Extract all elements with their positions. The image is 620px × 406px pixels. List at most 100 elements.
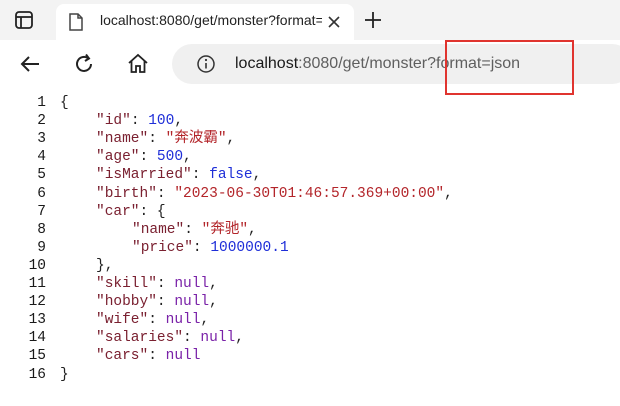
- code-text: "age": 500,: [96, 148, 192, 166]
- page-icon: [68, 13, 84, 31]
- code-text: "wife": null,: [96, 311, 209, 329]
- code-line: 11 "skill": null,: [0, 275, 620, 293]
- json-number: 1000000.1: [210, 239, 289, 256]
- json-key: "wife": [96, 312, 149, 329]
- back-arrow-icon[interactable]: [18, 52, 42, 76]
- json-punctuation: :: [183, 330, 201, 347]
- json-punctuation: ,: [444, 185, 453, 202]
- code-line: 8 "name": "奔驰",: [0, 221, 620, 239]
- json-punctuation: ,: [235, 330, 244, 347]
- json-punctuation: :: [139, 149, 157, 166]
- json-number: 100: [148, 113, 175, 130]
- line-number: 11: [28, 276, 46, 292]
- tab-bar: localhost:8080/get/monster?format=json: [0, 0, 620, 40]
- refresh-icon[interactable]: [72, 52, 96, 76]
- json-punctuation: ,: [209, 294, 218, 311]
- line-number: 3: [37, 131, 46, 148]
- tab-actions-icon[interactable]: [14, 10, 34, 30]
- plus-icon[interactable]: [363, 10, 383, 30]
- code-text: "salaries": null,: [96, 329, 244, 347]
- json-punctuation: {: [60, 95, 69, 111]
- code-text: "car": {: [96, 203, 166, 221]
- json-punctuation: ,: [200, 312, 210, 329]
- json-punctuation: :: [148, 131, 166, 148]
- code-line: 2 "id": 100,: [0, 112, 620, 130]
- json-key: "isMarried": [96, 167, 192, 184]
- line-number: 2: [37, 113, 46, 130]
- json-key: "salaries": [96, 330, 184, 347]
- url-host: localhost: [235, 55, 299, 72]
- json-punctuation: :: [156, 294, 175, 311]
- code-line: 5 "isMarried": false,: [0, 166, 620, 184]
- code-line: 16}: [0, 366, 620, 384]
- json-punctuation: :: [192, 239, 211, 256]
- line-number: 6: [37, 185, 46, 202]
- code-line: 10},: [0, 257, 620, 275]
- json-punctuation: :: [191, 167, 210, 184]
- line-number: 9: [37, 239, 46, 256]
- json-key: "name": [132, 221, 185, 238]
- json-null: null: [174, 276, 210, 292]
- code-line: 7 "car": {: [0, 203, 620, 221]
- code-text: "id": 100,: [96, 112, 183, 130]
- code-line: 14 "salaries": null,: [0, 329, 620, 347]
- json-viewer: 1{2 "id": 100, 3 "name": "奔波霸", 4 "age": 500,…: [0, 88, 620, 406]
- highlight-annotation: [445, 40, 574, 95]
- json-string: "2023-06-30T01:46:57.369+00:00": [174, 185, 445, 202]
- line-number: 12: [28, 294, 46, 311]
- json-null: null: [165, 312, 201, 329]
- code-line: 15 "cars": null: [0, 347, 620, 365]
- json-key: "birth": [96, 185, 157, 202]
- home-icon[interactable]: [126, 52, 150, 76]
- json-boolean: false: [209, 167, 253, 184]
- json-key: "price": [132, 239, 193, 256]
- code-text: "name": "奔驰",: [132, 221, 257, 239]
- json-punctuation: ,: [183, 149, 192, 166]
- code-line: 1{: [0, 94, 620, 112]
- code-text: "name": "奔波霸",: [96, 130, 235, 148]
- json-punctuation: :: [148, 348, 166, 365]
- line-number: 16: [28, 366, 46, 383]
- json-string: "奔驰": [201, 221, 249, 238]
- json-punctuation: ,: [209, 276, 218, 292]
- code-line: 13 "wife": null,: [0, 311, 620, 329]
- code-text: "cars": null: [96, 347, 200, 365]
- json-key: "cars": [96, 348, 149, 365]
- json-number: 500: [156, 149, 184, 166]
- json-key: "name": [96, 131, 149, 148]
- code-line: 12 "hobby": null,: [0, 293, 620, 311]
- json-key: "car": [96, 203, 140, 220]
- json-key: "age": [96, 149, 140, 166]
- code-text: "price": 1000000.1: [132, 239, 289, 257]
- code-line: 6 "birth": "2023-06-30T01:46:57.369+00:00…: [0, 185, 620, 203]
- json-punctuation: ,: [248, 221, 257, 238]
- line-number: 7: [37, 203, 46, 220]
- json-key: "id": [96, 113, 131, 130]
- close-icon[interactable]: [326, 14, 342, 30]
- code-text: {: [60, 94, 69, 112]
- json-null: null: [165, 348, 201, 365]
- line-number: 10: [28, 257, 46, 274]
- code-line: 3 "name": "奔波霸",: [0, 130, 620, 148]
- line-number: 4: [37, 149, 46, 166]
- code-text: "hobby": null,: [96, 293, 218, 311]
- tab-title: localhost:8080/get/monster?format=json: [100, 12, 322, 28]
- json-punctuation: ,: [252, 167, 262, 184]
- code-text: "birth": "2023-06-30T01:46:57.369+00:00"…: [96, 185, 453, 203]
- line-number: 13: [28, 312, 46, 329]
- json-punctuation: }: [60, 366, 69, 383]
- json-punctuation: :: [184, 221, 202, 238]
- code-text: "skill": null,: [96, 275, 218, 293]
- json-punctuation: :: [156, 276, 175, 292]
- json-punctuation: : {: [139, 203, 166, 220]
- json-key: "skill": [96, 276, 157, 292]
- json-punctuation: ,: [174, 113, 184, 130]
- code-text: "isMarried": false,: [96, 166, 261, 184]
- info-icon[interactable]: [196, 54, 216, 74]
- code-text: }: [60, 366, 69, 384]
- code-text: },: [96, 257, 113, 275]
- json-null: null: [174, 294, 210, 311]
- line-number: 8: [37, 221, 46, 238]
- active-tab[interactable]: localhost:8080/get/monster?format=json: [56, 4, 354, 40]
- line-number: 14: [28, 330, 46, 347]
